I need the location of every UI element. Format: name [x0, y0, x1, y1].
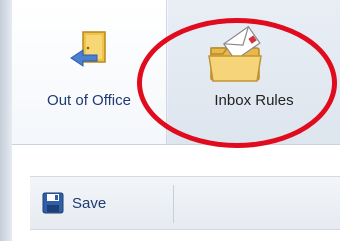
toolbar: Save: [30, 176, 340, 230]
inbox-rules-label: Inbox Rules: [214, 92, 294, 109]
save-label: Save: [72, 194, 107, 212]
inbox-rules-icon: [208, 26, 262, 82]
out-of-office-button[interactable]: Out of Office: [12, 0, 167, 144]
floppy-disk-icon: [42, 192, 64, 214]
out-of-office-label: Out of Office: [47, 92, 131, 109]
save-button[interactable]: Save: [42, 185, 162, 221]
inbox-rules-button[interactable]: Inbox Rules: [168, 0, 340, 144]
out-of-office-icon: [70, 31, 106, 67]
toolbar-separator: [173, 185, 174, 223]
window-edge: [0, 0, 12, 241]
